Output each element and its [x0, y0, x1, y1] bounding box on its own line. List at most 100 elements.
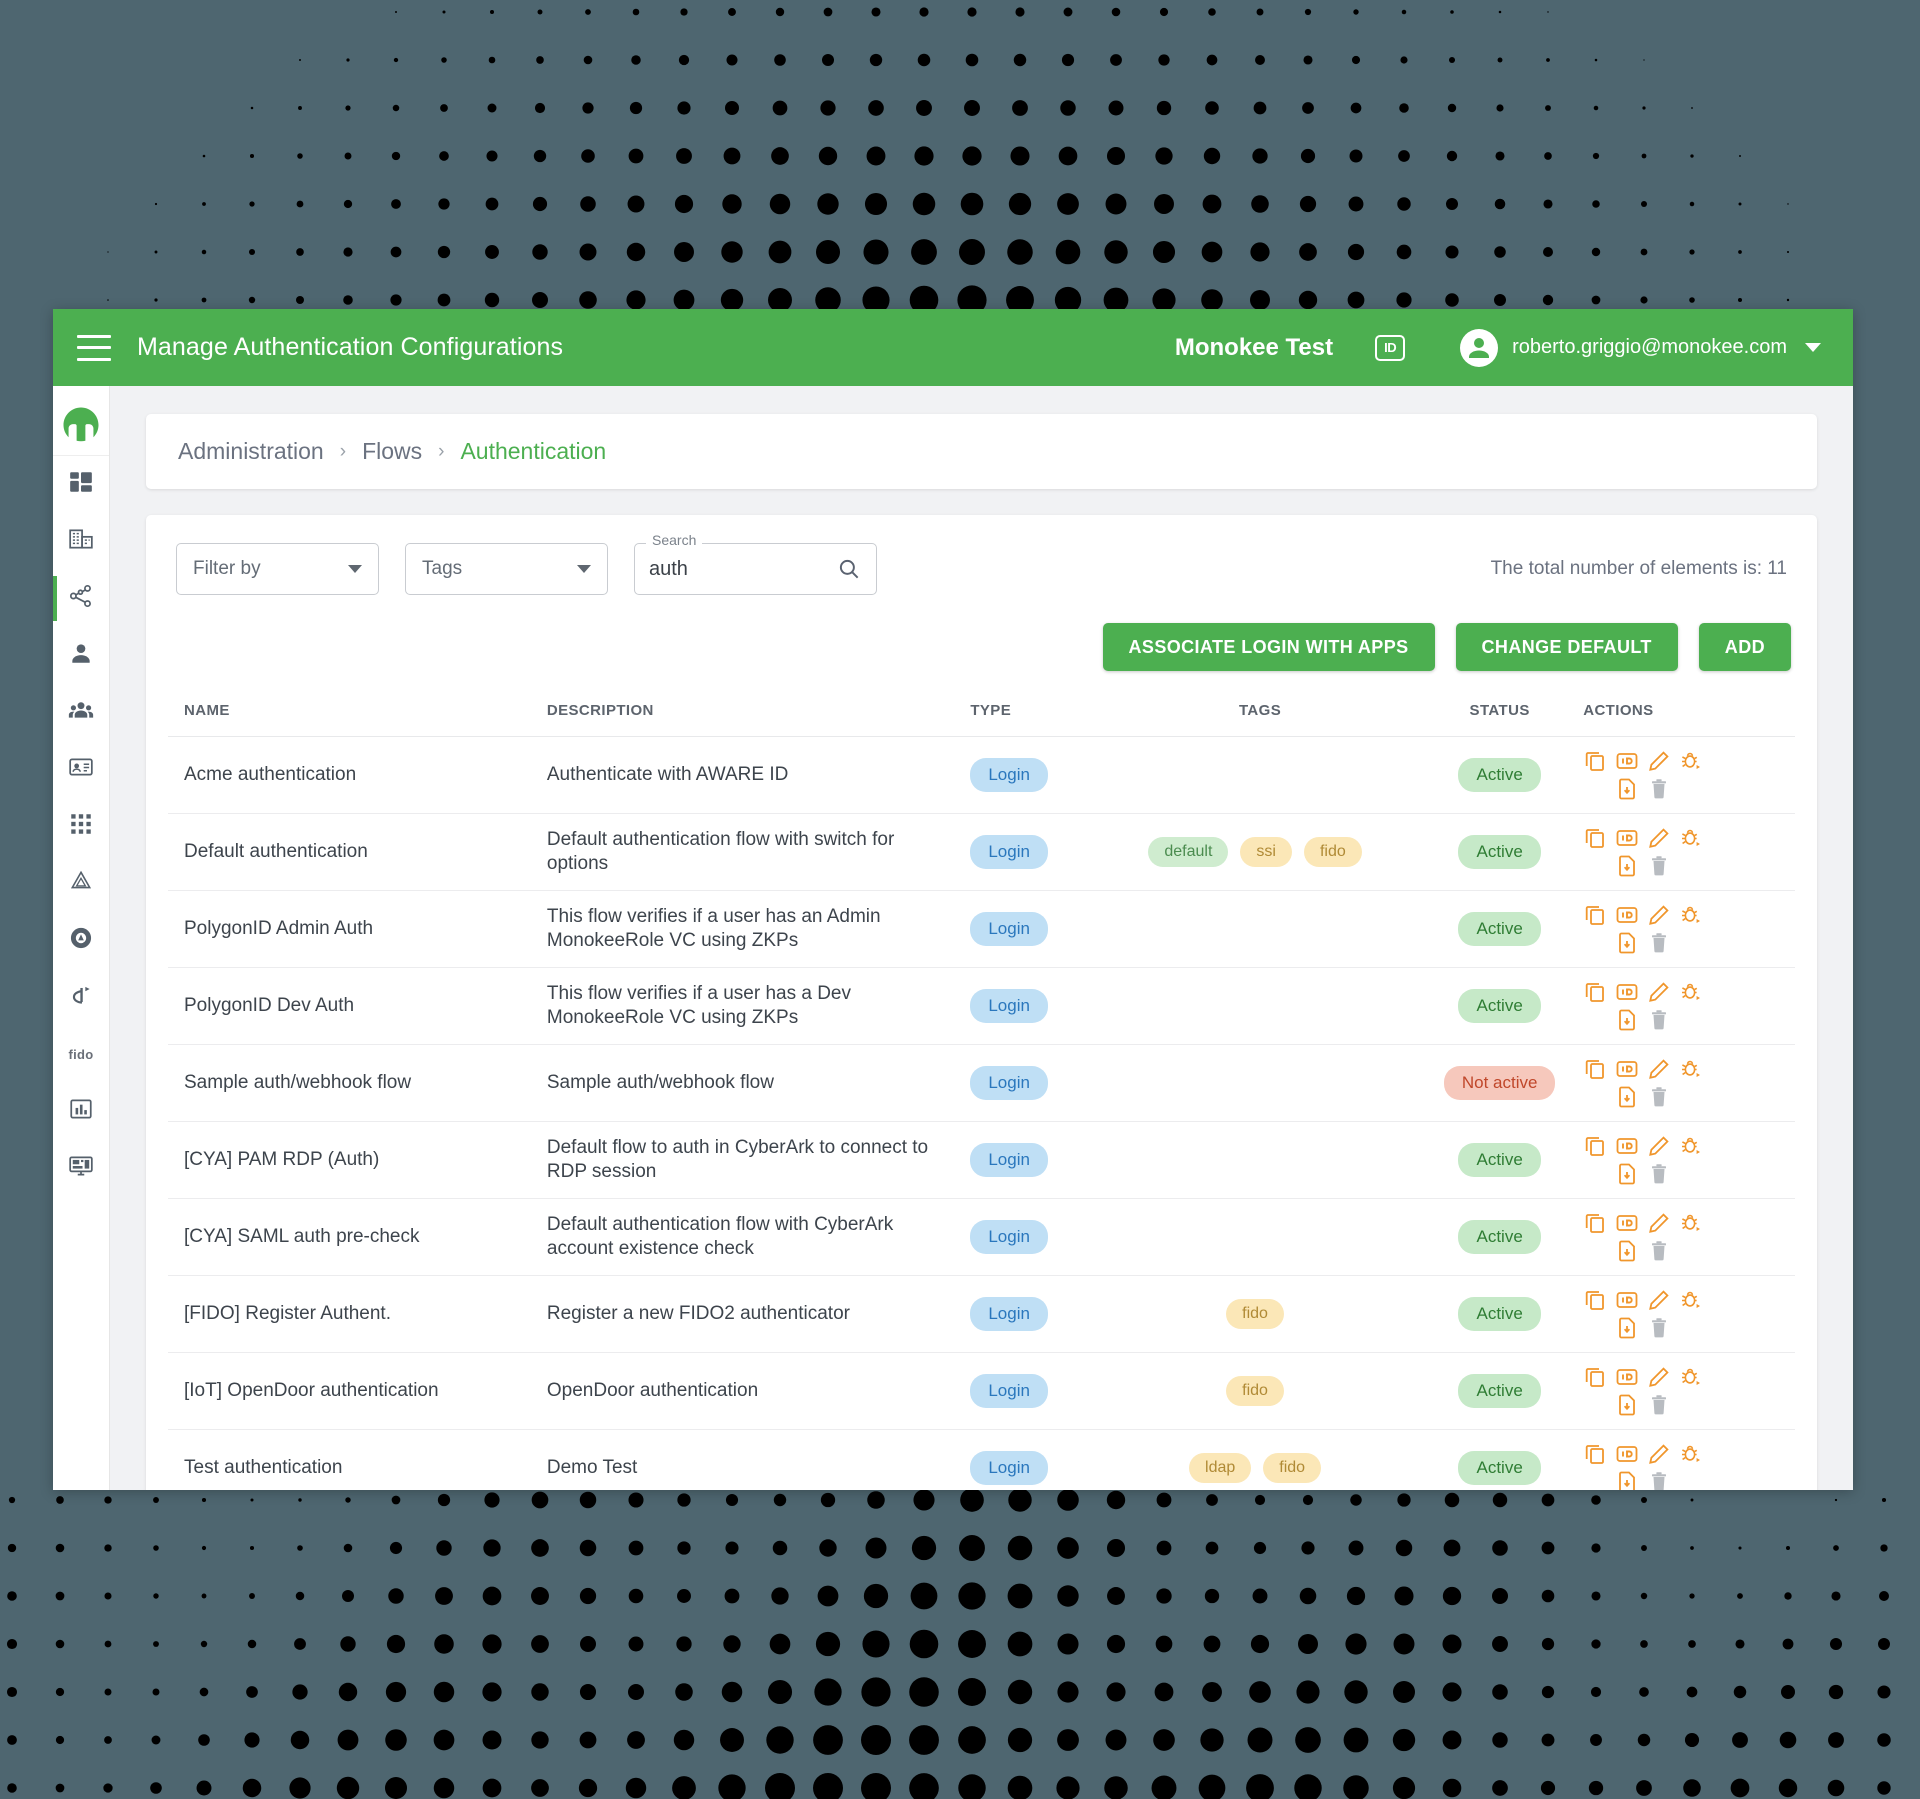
add-button[interactable]: ADD — [1699, 623, 1791, 671]
edit-pencil-icon[interactable] — [1647, 1057, 1671, 1081]
edit-pencil-icon[interactable] — [1647, 1288, 1671, 1312]
id-badge-icon[interactable] — [1615, 826, 1639, 850]
debug-bug-icon[interactable] — [1679, 980, 1703, 1004]
edit-pencil-icon[interactable] — [1647, 980, 1671, 1004]
download-file-icon[interactable] — [1615, 1008, 1639, 1032]
copy-icon[interactable] — [1583, 1211, 1607, 1235]
edit-pencil-icon[interactable] — [1647, 1365, 1671, 1389]
search-field[interactable]: Search auth — [634, 543, 877, 595]
copy-icon[interactable] — [1583, 980, 1607, 1004]
table-row[interactable]: Test authenticationDemo TestLoginldapfid… — [168, 1430, 1795, 1490]
copy-icon[interactable] — [1583, 1134, 1607, 1158]
table-row[interactable]: [CYA] PAM RDP (Auth)Default flow to auth… — [168, 1122, 1795, 1199]
delete-trash-icon[interactable] — [1647, 931, 1671, 955]
table-row[interactable]: PolygonID Admin AuthThis flow verifies i… — [168, 891, 1795, 968]
sidebar-item-user[interactable] — [53, 627, 110, 684]
download-file-icon[interactable] — [1615, 1393, 1639, 1417]
debug-bug-icon[interactable] — [1679, 903, 1703, 927]
user-menu[interactable]: roberto.griggio@monokee.com — [1460, 329, 1821, 367]
sidebar-item-organization[interactable] — [53, 513, 110, 570]
id-badge-icon[interactable] — [1615, 1365, 1639, 1389]
copy-icon[interactable] — [1583, 826, 1607, 850]
sidebar-item-groups[interactable] — [53, 684, 110, 741]
table-row[interactable]: Default authenticationDefault authentica… — [168, 814, 1795, 891]
table-row[interactable]: [IoT] OpenDoor authenticationOpenDoor au… — [168, 1353, 1795, 1430]
sidebar-item-reports[interactable] — [53, 1083, 110, 1140]
debug-bug-icon[interactable] — [1679, 749, 1703, 773]
edit-pencil-icon[interactable] — [1647, 903, 1671, 927]
download-file-icon[interactable] — [1615, 1239, 1639, 1263]
table-row[interactable]: [FIDO] Register Authent.Register a new F… — [168, 1276, 1795, 1353]
sidebar-item-monitoring[interactable] — [53, 1140, 110, 1197]
debug-bug-icon[interactable] — [1679, 1134, 1703, 1158]
copy-icon[interactable] — [1583, 1057, 1607, 1081]
hamburger-icon[interactable] — [77, 335, 111, 361]
edit-pencil-icon[interactable] — [1647, 826, 1671, 850]
breadcrumb-item-administration[interactable]: Administration — [178, 438, 324, 465]
table-row[interactable]: Acme authenticationAuthenticate with AWA… — [168, 737, 1795, 814]
table-row[interactable]: PolygonID Dev AuthThis flow verifies if … — [168, 968, 1795, 1045]
edit-pencil-icon[interactable] — [1647, 1442, 1671, 1466]
id-badge-icon[interactable] — [1615, 1442, 1639, 1466]
debug-bug-icon[interactable] — [1679, 1057, 1703, 1081]
download-file-icon[interactable] — [1615, 1470, 1639, 1490]
debug-bug-icon[interactable] — [1679, 826, 1703, 850]
chevron-down-icon[interactable] — [1805, 343, 1821, 352]
download-file-icon[interactable] — [1615, 777, 1639, 801]
download-file-icon[interactable] — [1615, 1085, 1639, 1109]
delete-trash-icon[interactable] — [1647, 777, 1671, 801]
delete-trash-icon[interactable] — [1647, 1239, 1671, 1263]
debug-bug-icon[interactable] — [1679, 1365, 1703, 1389]
search-icon[interactable] — [836, 556, 862, 582]
download-file-icon[interactable] — [1615, 1162, 1639, 1186]
copy-icon[interactable] — [1583, 1365, 1607, 1389]
id-badge-icon[interactable] — [1615, 749, 1639, 773]
filter-by-select[interactable]: Filter by — [176, 543, 379, 595]
copy-icon[interactable] — [1583, 749, 1607, 773]
breadcrumb-item-authentication[interactable]: Authentication — [460, 438, 606, 465]
id-badge-icon[interactable] — [1615, 1057, 1639, 1081]
id-badge-icon[interactable]: ID — [1375, 335, 1405, 361]
tags-select[interactable]: Tags — [405, 543, 608, 595]
change-default-button[interactable]: CHANGE DEFAULT — [1456, 623, 1678, 671]
table-row[interactable]: Sample auth/webhook flowSample auth/webh… — [168, 1045, 1795, 1122]
id-badge-icon[interactable] — [1615, 1134, 1639, 1158]
sidebar-item-cloud-provider[interactable] — [53, 855, 110, 912]
delete-trash-icon[interactable] — [1647, 1470, 1671, 1490]
delete-trash-icon[interactable] — [1647, 1162, 1671, 1186]
edit-pencil-icon[interactable] — [1647, 749, 1671, 773]
delete-trash-icon[interactable] — [1647, 1393, 1671, 1417]
edit-pencil-icon[interactable] — [1647, 1211, 1671, 1235]
delete-trash-icon[interactable] — [1647, 1316, 1671, 1340]
id-badge-icon[interactable] — [1615, 980, 1639, 1004]
delete-trash-icon[interactable] — [1647, 1085, 1671, 1109]
sidebar-item-openid[interactable] — [53, 969, 110, 1026]
table-row[interactable]: [CYA] SAML auth pre-checkDefault authent… — [168, 1199, 1795, 1276]
id-badge-icon[interactable] — [1615, 1288, 1639, 1312]
openid-icon — [68, 982, 94, 1013]
associate-login-with-apps-button[interactable]: ASSOCIATE LOGIN WITH APPS — [1103, 623, 1435, 671]
monokee-logo[interactable] — [53, 394, 109, 456]
sidebar-item-dashboard[interactable] — [53, 456, 110, 513]
sidebar-item-identity-card[interactable] — [53, 741, 110, 798]
debug-bug-icon[interactable] — [1679, 1288, 1703, 1312]
breadcrumb-item-flows[interactable]: Flows — [362, 438, 422, 465]
edit-pencil-icon[interactable] — [1647, 1134, 1671, 1158]
copy-icon[interactable] — [1583, 1288, 1607, 1312]
delete-trash-icon[interactable] — [1647, 1008, 1671, 1032]
sidebar-item-fido[interactable]: fido — [53, 1026, 110, 1083]
copy-icon[interactable] — [1583, 1442, 1607, 1466]
sidebar-item-agent[interactable] — [53, 912, 110, 969]
sidebar-item-applications[interactable] — [53, 798, 110, 855]
download-file-icon[interactable] — [1615, 931, 1639, 955]
sidebar-item-flows[interactable] — [53, 570, 110, 627]
id-badge-icon[interactable] — [1615, 1211, 1639, 1235]
debug-bug-icon[interactable] — [1679, 1211, 1703, 1235]
search-input[interactable]: auth — [649, 558, 836, 581]
copy-icon[interactable] — [1583, 903, 1607, 927]
id-badge-icon[interactable] — [1615, 903, 1639, 927]
debug-bug-icon[interactable] — [1679, 1442, 1703, 1466]
download-file-icon[interactable] — [1615, 1316, 1639, 1340]
delete-trash-icon[interactable] — [1647, 854, 1671, 878]
download-file-icon[interactable] — [1615, 854, 1639, 878]
